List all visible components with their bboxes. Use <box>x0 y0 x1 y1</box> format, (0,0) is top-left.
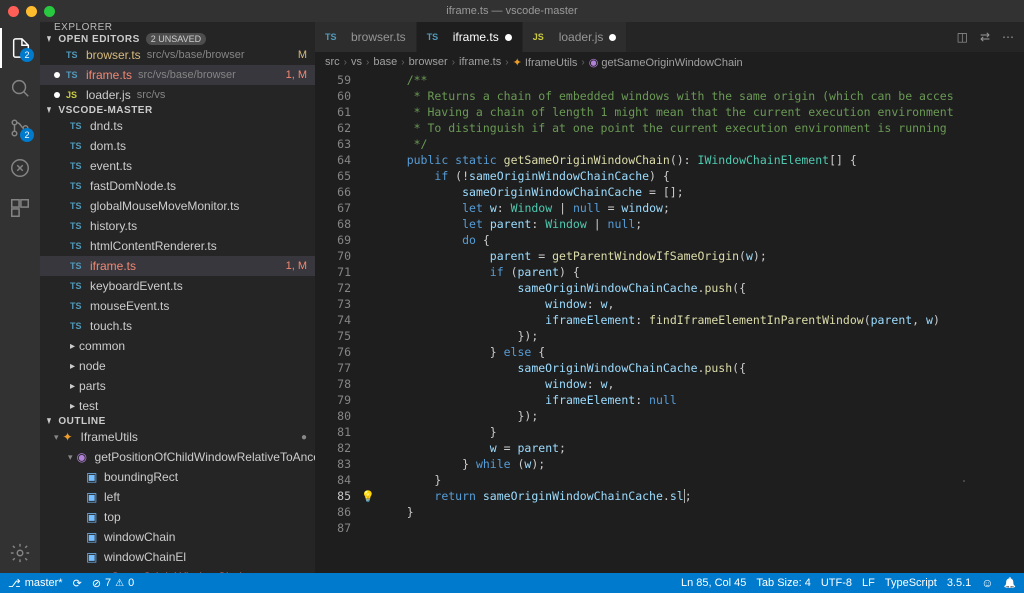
breadcrumb-item[interactable]: src <box>325 56 340 68</box>
explorer-icon[interactable]: 2 <box>0 28 40 68</box>
file-item[interactable]: TSglobalMouseMoveMonitor.ts <box>40 196 315 216</box>
traffic-lights <box>0 6 55 17</box>
notifications-icon[interactable] <box>1004 578 1016 589</box>
file-item[interactable]: TSkeyboardEvent.ts <box>40 276 315 296</box>
debug-icon[interactable] <box>0 148 40 188</box>
breadcrumb-item[interactable]: iframe.ts <box>459 56 501 68</box>
compare-icon[interactable]: ⇄ <box>980 30 990 44</box>
open-editor-item[interactable]: TSbrowser.tssrc/vs/base/browserM <box>40 45 315 65</box>
sidebar-title: EXPLORER <box>40 22 315 33</box>
outline-header[interactable]: ▼ OUTLINE <box>40 416 315 427</box>
breadcrumb[interactable]: src›vs›base›browser›iframe.ts›✦ IframeUt… <box>315 52 1024 72</box>
eol[interactable]: LF <box>862 577 875 589</box>
settings-icon[interactable] <box>0 533 40 573</box>
editor-tab[interactable]: TSiframe.ts <box>417 22 523 52</box>
split-editor-icon[interactable]: ◫ <box>957 30 968 44</box>
feedback-icon[interactable] <box>981 576 993 590</box>
tab-size[interactable]: Tab Size: 4 <box>756 577 810 589</box>
editor-area: TSbrowser.tsTSiframe.tsJSloader.js ◫ ⇄ ⋯… <box>315 22 1024 573</box>
git-branch[interactable]: ⎇ master* <box>8 577 63 590</box>
folder-header[interactable]: ▼ VSCODE-MASTER <box>40 105 315 116</box>
maximize-window-button[interactable] <box>44 6 55 17</box>
activity-bar: 2 2 <box>0 22 40 573</box>
breadcrumb-item[interactable]: base <box>373 56 397 68</box>
ts-version[interactable]: 3.5.1 <box>947 577 971 589</box>
file-item[interactable]: TSfastDomNode.ts <box>40 176 315 196</box>
file-item[interactable]: TSiframe.ts1, M <box>40 256 315 276</box>
file-item[interactable]: TSdnd.ts <box>40 116 315 136</box>
scm-badge: 2 <box>20 128 34 142</box>
folder-item[interactable]: ▸node <box>40 356 315 376</box>
file-item[interactable]: TShistory.ts <box>40 216 315 236</box>
suggest-widget[interactable] <box>963 480 965 482</box>
outline-item[interactable]: ▣left <box>40 487 315 507</box>
explorer-badge: 2 <box>20 48 34 62</box>
file-item[interactable]: TSevent.ts <box>40 156 315 176</box>
cursor-position[interactable]: Ln 85, Col 45 <box>681 577 746 589</box>
more-icon[interactable]: ⋯ <box>1002 30 1014 44</box>
breadcrumb-item[interactable]: vs <box>351 56 362 68</box>
file-item[interactable]: TSdom.ts <box>40 136 315 156</box>
sync-icon[interactable]: ⟳ <box>73 577 82 590</box>
sidebar: EXPLORER ▼ OPEN EDITORS 2 UNSAVED TSbrow… <box>40 22 315 573</box>
tab-bar: TSbrowser.tsTSiframe.tsJSloader.js ◫ ⇄ ⋯ <box>315 22 1024 52</box>
outline-item[interactable]: ▣boundingRect <box>40 467 315 487</box>
breadcrumb-item[interactable]: ◉ getSameOriginWindowChain <box>589 56 743 69</box>
editor-tab[interactable]: JSloader.js <box>523 22 628 52</box>
close-window-button[interactable] <box>8 6 19 17</box>
file-item[interactable]: TShtmlContentRenderer.ts <box>40 236 315 256</box>
extensions-icon[interactable] <box>0 188 40 228</box>
editor-tab[interactable]: TSbrowser.ts <box>315 22 417 52</box>
breadcrumb-item[interactable]: ✦ IframeUtils <box>513 56 578 69</box>
search-icon[interactable] <box>0 68 40 108</box>
outline-item[interactable]: ▣top <box>40 507 315 527</box>
minimap[interactable] <box>954 72 1024 573</box>
outline-item[interactable]: ▾✦IframeUtils● <box>40 427 315 447</box>
open-editors-header[interactable]: ▼ OPEN EDITORS 2 UNSAVED <box>40 33 315 45</box>
minimize-window-button[interactable] <box>26 6 37 17</box>
folder-item[interactable]: ▸common <box>40 336 315 356</box>
problems[interactable]: 7 0 <box>92 577 134 590</box>
status-bar: ⎇ master* ⟳ 7 0 Ln 85, Col 45 Tab Size: … <box>0 573 1024 593</box>
language-mode[interactable]: TypeScript <box>885 577 937 589</box>
folder-item[interactable]: ▸test <box>40 396 315 416</box>
breadcrumb-item[interactable]: browser <box>409 56 448 68</box>
outline-item[interactable]: ▣windowChain <box>40 527 315 547</box>
unsaved-badge: 2 UNSAVED <box>146 33 206 45</box>
open-editor-item[interactable]: TSiframe.tssrc/vs/base/browser1, M <box>40 65 315 85</box>
outline-item[interactable]: ▾◉getPositionOfChildWindowRelativeToAnce… <box>40 447 315 467</box>
encoding[interactable]: UTF-8 <box>821 577 852 589</box>
source-control-icon[interactable]: 2 <box>0 108 40 148</box>
code-editor[interactable]: 5960616263646566676869707172737475767778… <box>315 72 1024 573</box>
file-item[interactable]: TStouch.ts <box>40 316 315 336</box>
open-editor-item[interactable]: JSloader.jssrc/vs <box>40 85 315 105</box>
file-item[interactable]: TSmouseEvent.ts <box>40 296 315 316</box>
title-bar: iframe.ts — vscode-master <box>0 0 1024 22</box>
outline-item[interactable]: ▣windowChainEl <box>40 547 315 567</box>
window-title: iframe.ts — vscode-master <box>446 5 577 17</box>
folder-item[interactable]: ▸parts <box>40 376 315 396</box>
